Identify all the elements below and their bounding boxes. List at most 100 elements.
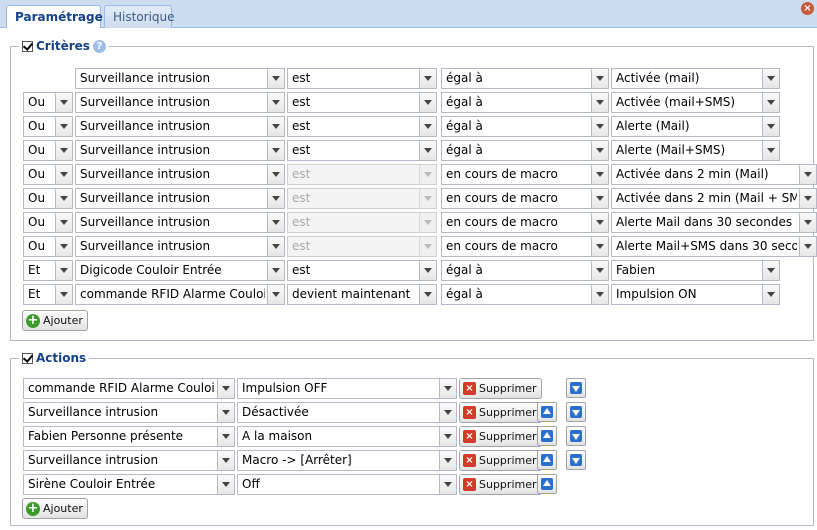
add-button[interactable]: + Ajouter — [22, 498, 88, 519]
value-select[interactable]: Impulsion ON — [611, 284, 780, 305]
chevron-down-icon[interactable] — [267, 93, 284, 112]
device-select[interactable]: Digicode Couloir Entrée — [75, 260, 285, 281]
chevron-down-icon[interactable] — [799, 165, 816, 184]
value-select[interactable]: Activée (mail) — [611, 68, 780, 89]
chevron-down-icon[interactable] — [591, 189, 608, 208]
delete-button[interactable]: × Supprimer — [459, 378, 542, 399]
chevron-down-icon[interactable] — [591, 165, 608, 184]
chevron-down-icon[interactable] — [591, 261, 608, 280]
value-select[interactable]: Alerte Mail+SMS dans 30 secondes — [611, 236, 817, 257]
chevron-down-icon[interactable] — [762, 117, 779, 136]
action-value-select[interactable]: Désactivée — [237, 402, 457, 423]
operator-select[interactable]: Et — [23, 284, 73, 305]
device-select[interactable]: Surveillance intrusion — [75, 92, 285, 113]
chevron-down-icon[interactable] — [217, 379, 234, 398]
device-select[interactable]: Surveillance intrusion — [75, 116, 285, 137]
chevron-down-icon[interactable] — [55, 285, 72, 304]
chevron-down-icon[interactable] — [439, 379, 456, 398]
device-select[interactable]: Surveillance intrusion — [75, 164, 285, 185]
action-value-select[interactable]: Macro -> [Arrêter] — [237, 450, 457, 471]
chevron-down-icon[interactable] — [439, 475, 456, 494]
verb-select[interactable]: est — [287, 68, 437, 89]
verb-select[interactable]: est — [287, 260, 437, 281]
move-down-button[interactable] — [566, 402, 586, 422]
chevron-down-icon[interactable] — [419, 93, 436, 112]
move-up-button[interactable] — [537, 402, 557, 422]
chevron-down-icon[interactable] — [799, 189, 816, 208]
chevron-down-icon[interactable] — [267, 117, 284, 136]
operator-select[interactable]: Ou — [23, 188, 73, 209]
comparator-select[interactable]: égal à — [441, 116, 609, 137]
comparator-select[interactable]: égal à — [441, 92, 609, 113]
criteria-checkbox[interactable] — [22, 40, 33, 52]
chevron-down-icon[interactable] — [419, 141, 436, 160]
actions-checkbox[interactable] — [22, 352, 33, 364]
chevron-down-icon[interactable] — [55, 141, 72, 160]
verb-select[interactable]: devient maintenant — [287, 284, 437, 305]
chevron-down-icon[interactable] — [267, 189, 284, 208]
tab-parametrage[interactable]: Paramétrage — [6, 5, 103, 29]
operator-select[interactable]: Ou — [23, 212, 73, 233]
tab-historique[interactable]: Historique — [104, 5, 175, 28]
chevron-down-icon[interactable] — [267, 141, 284, 160]
chevron-down-icon[interactable] — [267, 213, 284, 232]
add-button[interactable]: + Ajouter — [22, 310, 88, 331]
device-select[interactable]: commande RFID Alarme Couloir Entrée — [75, 284, 285, 305]
delete-button[interactable]: × Supprimer — [459, 450, 542, 471]
chevron-down-icon[interactable] — [55, 237, 72, 256]
chevron-down-icon[interactable] — [419, 117, 436, 136]
value-select[interactable]: Alerte (Mail) — [611, 116, 780, 137]
delete-button[interactable]: × Supprimer — [459, 402, 542, 423]
chevron-down-icon[interactable] — [55, 93, 72, 112]
operator-select[interactable]: Ou — [23, 236, 73, 257]
chevron-down-icon[interactable] — [799, 237, 816, 256]
chevron-down-icon[interactable] — [799, 213, 816, 232]
operator-select[interactable]: Ou — [23, 116, 73, 137]
chevron-down-icon[interactable] — [591, 93, 608, 112]
verb-select[interactable]: est — [287, 116, 437, 137]
comparator-select[interactable]: égal à — [441, 140, 609, 161]
move-down-button[interactable] — [566, 426, 586, 446]
move-up-button[interactable] — [537, 474, 557, 494]
chevron-down-icon[interactable] — [55, 165, 72, 184]
device-select[interactable]: Surveillance intrusion — [75, 236, 285, 257]
operator-select[interactable]: Ou — [23, 92, 73, 113]
chevron-down-icon[interactable] — [267, 237, 284, 256]
move-down-button[interactable] — [566, 378, 586, 398]
comparator-select[interactable]: en cours de macro — [441, 236, 609, 257]
chevron-down-icon[interactable] — [217, 427, 234, 446]
chevron-down-icon[interactable] — [591, 285, 608, 304]
chevron-down-icon[interactable] — [762, 261, 779, 280]
chevron-down-icon[interactable] — [267, 69, 284, 88]
chevron-down-icon[interactable] — [267, 285, 284, 304]
chevron-down-icon[interactable] — [591, 69, 608, 88]
chevron-down-icon[interactable] — [591, 141, 608, 160]
comparator-select[interactable]: en cours de macro — [441, 188, 609, 209]
chevron-down-icon[interactable] — [217, 475, 234, 494]
operator-select[interactable]: Ou — [23, 140, 73, 161]
delete-button[interactable]: × Supprimer — [459, 474, 542, 495]
chevron-down-icon[interactable] — [419, 261, 436, 280]
chevron-down-icon[interactable] — [419, 285, 436, 304]
comparator-select[interactable]: en cours de macro — [441, 164, 609, 185]
chevron-down-icon[interactable] — [217, 403, 234, 422]
chevron-down-icon[interactable] — [439, 427, 456, 446]
comparator-select[interactable]: égal à — [441, 284, 609, 305]
action-device-select[interactable]: Sirène Couloir Entrée — [23, 474, 235, 495]
value-select[interactable]: Activée dans 2 min (Mail + SMS) — [611, 188, 817, 209]
value-select[interactable]: Activée (mail+SMS) — [611, 92, 780, 113]
action-value-select[interactable]: A la maison — [237, 426, 457, 447]
chevron-down-icon[interactable] — [267, 165, 284, 184]
chevron-down-icon[interactable] — [419, 69, 436, 88]
action-value-select[interactable]: Off — [237, 474, 457, 495]
help-icon[interactable]: ? — [92, 39, 106, 53]
comparator-select[interactable]: égal à — [441, 260, 609, 281]
value-select[interactable]: Activée dans 2 min (Mail) — [611, 164, 817, 185]
chevron-down-icon[interactable] — [217, 451, 234, 470]
chevron-down-icon[interactable] — [762, 141, 779, 160]
verb-select[interactable]: est — [287, 92, 437, 113]
value-select[interactable]: Alerte (Mail+SMS) — [611, 140, 780, 161]
verb-select[interactable]: est — [287, 140, 437, 161]
value-select[interactable]: Fabien — [611, 260, 780, 281]
action-device-select[interactable]: Surveillance intrusion — [23, 402, 235, 423]
